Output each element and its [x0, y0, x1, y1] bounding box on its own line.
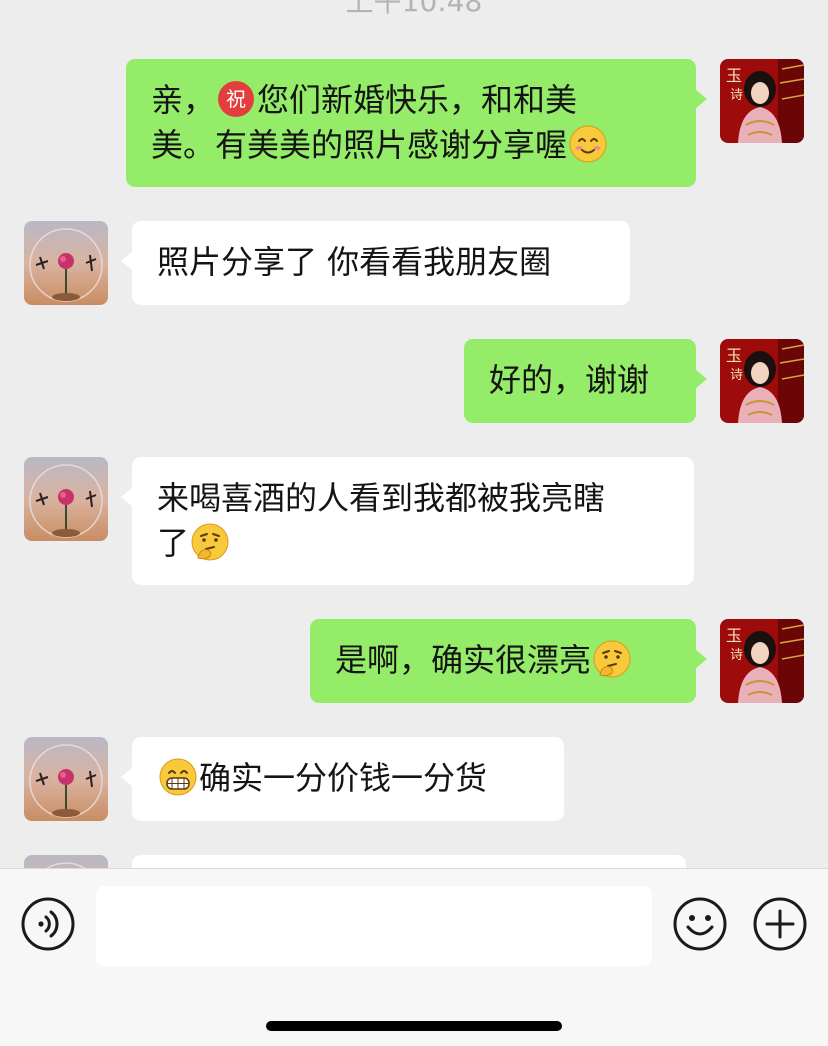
- zhu-emoji: 祝: [216, 79, 256, 119]
- svg-text:诗: 诗: [730, 88, 743, 103]
- message-input[interactable]: [96, 886, 652, 966]
- message-timestamp: 上午10:48: [345, 0, 483, 18]
- contact-avatar[interactable]: [24, 457, 108, 541]
- smile-blush-emoji: [568, 124, 608, 164]
- my-avatar[interactable]: 玉诗: [720, 59, 804, 143]
- contact-avatar[interactable]: [24, 737, 108, 821]
- message-text: 好的，谢谢: [489, 361, 650, 399]
- hmm-emoji: [190, 522, 230, 562]
- grin-emoji: [158, 757, 198, 797]
- svg-text:诗: 诗: [730, 648, 743, 663]
- my-avatar[interactable]: 玉诗: [720, 619, 804, 703]
- svg-text:诗: 诗: [730, 368, 743, 383]
- chat-area: 上午10:48 玉诗亲，祝您们新婚快乐，和和美 美。有美美的照片感谢分享喔 照片分…: [0, 0, 828, 868]
- incoming-message-bubble[interactable]: 来喝喜酒的人看到我都被我亮瞎 了: [121, 457, 694, 585]
- svg-text:祝: 祝: [226, 87, 246, 111]
- outgoing-message-bubble[interactable]: 是啊，确实很漂亮: [310, 619, 707, 703]
- message-text: 亲，: [151, 81, 216, 119]
- message-text: 确实一分价钱一分货: [199, 759, 488, 797]
- incoming-message-bubble[interactable]: 照片分享了 你看看我朋友圈: [121, 221, 630, 305]
- svg-text:玉: 玉: [726, 626, 742, 645]
- incoming-message-bubble[interactable]: [132, 855, 686, 868]
- voice-icon[interactable]: [20, 896, 76, 952]
- message-text: 照片分享了 你看看我朋友圈: [157, 243, 552, 281]
- emoji-icon[interactable]: [672, 896, 728, 952]
- svg-text:玉: 玉: [726, 346, 742, 365]
- chat-input-toolbar: [0, 868, 828, 1046]
- home-indicator: [266, 1021, 562, 1031]
- message-text: 是啊，确实很漂亮: [335, 641, 592, 679]
- hmm-emoji: [592, 639, 632, 679]
- contact-avatar[interactable]: [24, 855, 108, 868]
- plus-icon[interactable]: [752, 896, 808, 952]
- svg-text:玉: 玉: [726, 66, 742, 85]
- outgoing-message-bubble[interactable]: 亲，祝您们新婚快乐，和和美 美。有美美的照片感谢分享喔: [126, 59, 707, 187]
- my-avatar[interactable]: 玉诗: [720, 339, 804, 423]
- outgoing-message-bubble[interactable]: 好的，谢谢: [464, 339, 707, 423]
- incoming-message-bubble[interactable]: 确实一分价钱一分货: [121, 737, 564, 821]
- contact-avatar[interactable]: [24, 221, 108, 305]
